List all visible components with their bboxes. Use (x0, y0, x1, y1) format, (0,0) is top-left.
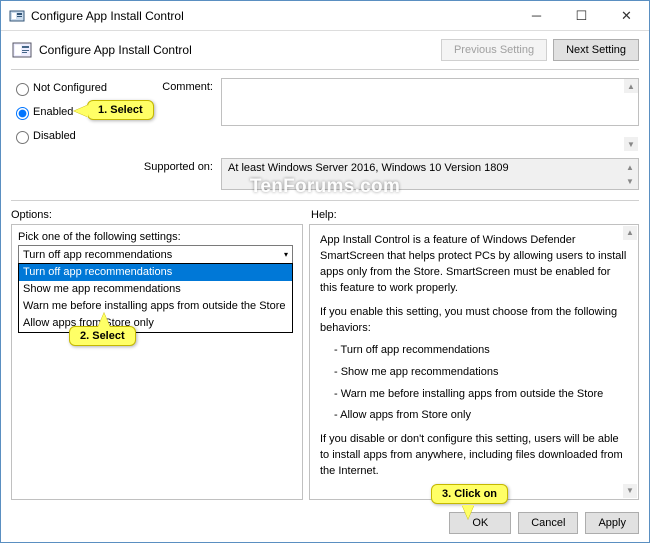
previous-setting-button: Previous Setting (441, 39, 547, 61)
help-label: Help: (311, 209, 639, 221)
options-prompt: Pick one of the following settings: (18, 231, 296, 243)
dialog-window: Configure App Install Control ─ ☐ ✕ Conf… (0, 0, 650, 543)
annotation-callout-2: 2. Select (69, 326, 136, 346)
ok-button[interactable]: OK (449, 512, 511, 534)
chevron-down-icon: ▾ (284, 250, 288, 259)
annotation-callout-3: 3. Click on (431, 484, 508, 504)
supported-label: Supported on: (131, 158, 221, 190)
apply-button[interactable]: Apply (585, 512, 639, 534)
dropdown-item[interactable]: Turn off app recommendations (19, 264, 292, 281)
titlebar-title: Configure App Install Control (31, 9, 514, 23)
comment-textarea[interactable] (221, 78, 639, 126)
titlebar: Configure App Install Control ─ ☐ ✕ (1, 1, 649, 31)
maximize-button[interactable]: ☐ (559, 1, 604, 30)
scroll-down-icon[interactable]: ▼ (623, 174, 637, 188)
policy-icon (11, 39, 33, 61)
dropdown-item[interactable]: Allow apps from Store only (19, 315, 292, 332)
next-setting-button[interactable]: Next Setting (553, 39, 639, 61)
cancel-button[interactable]: Cancel (518, 512, 578, 534)
settings-dropdown-list: Turn off app recommendations Show me app… (18, 263, 293, 333)
scroll-up-icon[interactable]: ▲ (623, 160, 637, 174)
radio-disabled[interactable]: Disabled (11, 128, 131, 144)
gpedit-icon (9, 8, 25, 24)
options-panel: Pick one of the following settings: Turn… (11, 224, 303, 500)
annotation-callout-1: 1. Select (87, 100, 154, 120)
supported-on-text: At least Windows Server 2016, Windows 10… (221, 158, 639, 190)
dropdown-item[interactable]: Show me app recommendations (19, 281, 292, 298)
help-panel: App Install Control is a feature of Wind… (309, 224, 639, 500)
options-label: Options: (11, 209, 301, 221)
scroll-down-icon[interactable]: ▼ (623, 484, 637, 498)
scroll-up-icon[interactable]: ▲ (623, 226, 637, 240)
scroll-up-icon[interactable]: ▲ (624, 79, 638, 93)
radio-not-configured[interactable]: Not Configured (11, 80, 131, 96)
page-title: Configure App Install Control (39, 43, 441, 57)
scroll-down-icon[interactable]: ▼ (624, 137, 638, 151)
minimize-button[interactable]: ─ (514, 1, 559, 30)
dropdown-item[interactable]: Warn me before installing apps from outs… (19, 298, 292, 315)
settings-combobox[interactable]: Turn off app recommendations ▾ (18, 245, 293, 264)
close-button[interactable]: ✕ (604, 1, 649, 30)
